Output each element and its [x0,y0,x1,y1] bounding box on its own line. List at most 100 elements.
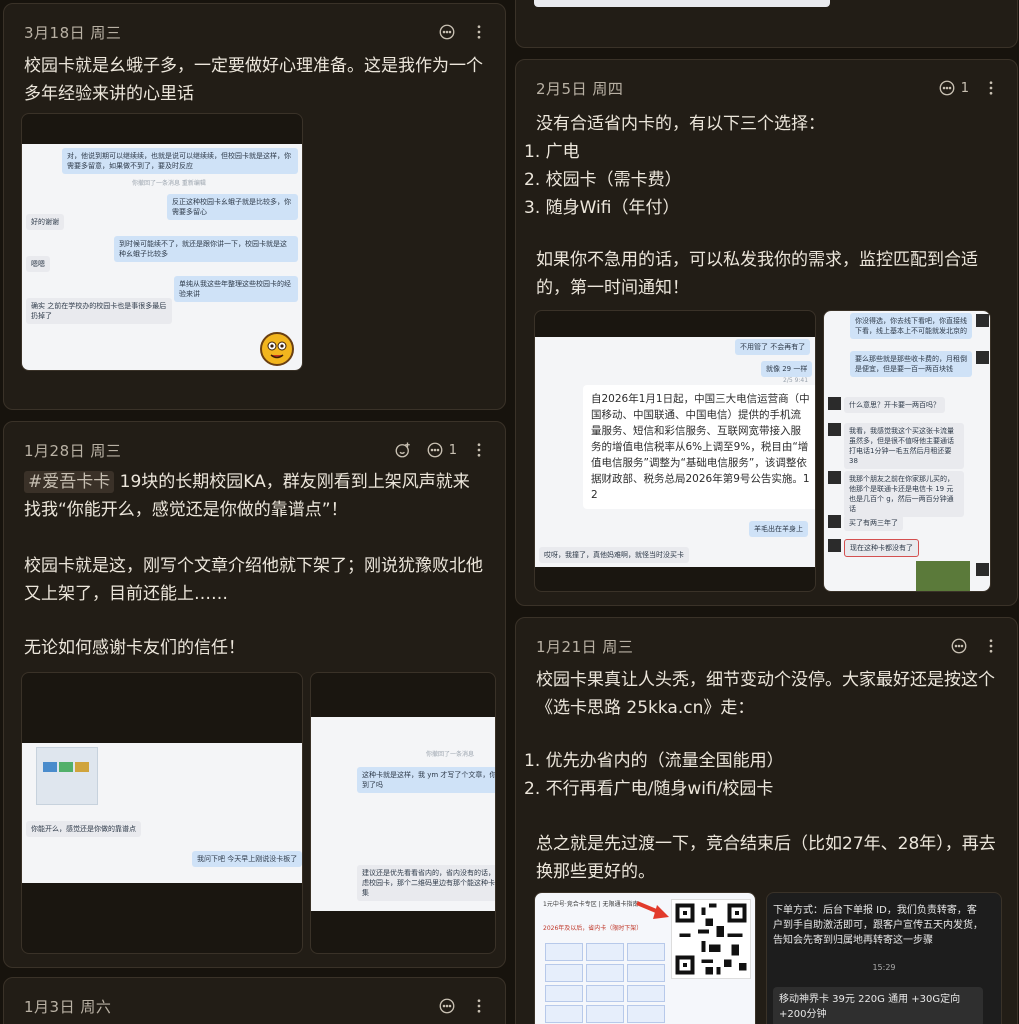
chat-bubble: 什么意思？开卡要一两百吗？ [844,397,945,413]
post-image[interactable]: 下单方式：后台下单报 ID，我们负责转寄，客户到手自助激活即可，跟客户宣传五天内… [766,892,1002,1024]
post-header: 1月28日 周三 1 [24,438,489,462]
chat-bubble: 哎呀，我撞了，真他妈难啊，就怪当时没买卡 [539,547,689,563]
recall-notice: 你撤回了一条消息 重新编辑 [132,180,206,187]
post-card-feb5: 2月5日 周四 1 没有合适省内卡的，有以下三个选择： 1. 广电 2. 校园卡… [515,59,1018,606]
chat-bubble: 你能开么，感觉还是你做的靠谱点 [26,821,141,837]
post-image [534,0,830,7]
post-date: 2月5日 周四 [536,79,624,98]
chat-bubble: 买了有两三年了 [844,515,903,531]
post-date: 1月28日 周三 [24,441,122,460]
post-image[interactable]: 对，他说到期可以继续续，也就是说可以继续续，但校园卡就是这样，你需要多留意，如果… [21,113,303,371]
chat-bubble: 下单方式：后台下单报 ID，我们负责转寄，客户到手自助激活即可，跟客户宣传五天内… [773,905,983,946]
avatar [828,423,841,436]
chat-bubble: 单纯从我这些年整理这些校园卡的经验来讲 [174,276,298,302]
chat-bubble: 移动神界卡 39元 220G 通用 +30G定向 +200分钟 [773,987,983,1024]
chat-bubble: 我那个朋友之前在你家那儿买的，他那个是联通卡还是电信卡 19 元也是几百个 g，… [844,471,964,517]
tax-notice: 自2026年1月1日起，中国三大电信运营商（中国移动、中国联通、中国电信）提供的… [583,385,815,509]
chat-bubble: 就像 29 一样 [761,361,813,377]
post-text: 校园卡果真让人头秃，细节变动个没停。大家最好还是按这个《选卡思路 25kka.c… [536,670,995,718]
more-vertical-icon[interactable] [469,22,489,42]
product-grid [545,943,665,1023]
more-vertical-icon[interactable] [469,996,489,1016]
list-item: 1. 广电 [524,142,580,162]
option-list: 1. 广电 2. 校园卡（需卡费） 3. 随身Wifi（年付） [524,138,997,222]
timestamp: 2/5 9:41 [783,377,809,384]
post-image[interactable]: 你撤回了一条消息 这种卡就是这样，我 ym 才写了个文章，你就看到了吗 建议还是… [310,672,496,954]
chat-bubble: 羊毛出在羊身上 [749,521,808,537]
post-card-mar18: 3月18日 周三 校园卡就是幺蛾子多，一定要做好心理准备。这是我作为一个多年经验… [3,3,506,410]
post-text: 无论如何感谢卡友们的信任！ [24,638,245,658]
avatar [828,539,841,552]
more-vertical-icon[interactable] [469,440,489,460]
list-item: 2. 不行再看广电/随身wifi/校园卡 [524,779,774,799]
chat-screenshot: 你能开么，感觉还是你做的靠谱点 我问下吧 今天早上刚说没卡板了 [22,743,302,883]
chat-screenshot: 你撤回了一条消息 这种卡就是这样，我 ym 才写了个文章，你就看到了吗 建议还是… [311,717,495,911]
topic-tag[interactable]: #爱吾卡卡 [24,471,115,493]
more-vertical-icon[interactable] [981,78,1001,98]
post-header: 2月5日 周四 1 [536,76,1001,100]
avatar [828,397,841,410]
qr-code[interactable] [671,899,751,979]
avatar [976,314,989,327]
chat-bubble: 要么那些就是那些收卡费的，月租倒是便宜，但是要一百一两百块钱 [850,351,972,377]
post-card-jan3: 1月3日 周六 [3,977,506,1024]
post-card-jan21: 1月21日 周三 校园卡果真让人头秃，细节变动个没停。大家最好还是按这个《选卡思… [515,617,1018,1024]
post-text: 总之就是先过渡一下，竞合结束后（比如27年、28年），再去换那些更好的。 [536,834,996,882]
chat-bubble: 不用管了 不会再有了 [735,339,811,355]
thumbnail [36,747,98,805]
post-header: 1月3日 周六 [24,994,489,1018]
post-text: 校园卡就是这，刚写个文章介绍他就下架了；刚说犹豫败北他又上架了，目前还能上…… [24,556,483,604]
chat-bubble: 到时候可能续不了，就还是跟你讲一下，校园卡就是这种幺蛾子比较多 [114,236,298,262]
chat-bubble: 对，他说到期可以继续续，也就是说可以继续续，但校园卡就是这样，你需要多留意，如果… [62,148,298,174]
post-card-previous [515,0,1018,48]
chat-bubble: 反正这种校园卡幺蛾子就是比较多，你需要多留心 [167,194,298,220]
chat-screenshot: 不用管了 不会再有了 就像 29 一样 2/5 9:41 自2026年1月1日起… [535,337,815,567]
chat-bubble: 确实 之前在学校办的校园卡也是事很多最后扔掉了 [26,298,172,324]
comment-count: 1 [960,80,969,96]
post-date: 1月3日 周六 [24,997,112,1016]
post-image[interactable]: 你能开么，感觉还是你做的靠谱点 我问下吧 今天早上刚说没卡板了 [21,672,303,954]
post-text: 没有合适省内卡的，有以下三个选择： [536,114,825,134]
recall-notice: 你撤回了一条消息 [426,751,475,758]
post-image[interactable]: 1元中号·竞合卡专区 | 无限通卡指南 2026年及以后，省内卡（限时下架） [534,892,756,1024]
avatar [828,515,841,528]
option-list: 1. 优先办省内的（流量全国能用） 2. 不行再看广电/随身wifi/校园卡 [524,747,997,803]
chat-bubble: 嗯嗯 [26,256,50,272]
post-date: 1月21日 周三 [536,637,634,656]
photo-thumbnail [916,561,970,591]
chat-bubble: 我问下吧 今天早上刚说没卡板了 [192,851,302,867]
post-header: 3月18日 周三 [24,20,489,44]
post-date: 3月18日 周三 [24,23,122,42]
comment-count: 1 [448,442,457,458]
list-item: 1. 优先办省内的（流量全国能用） [524,751,784,771]
avatar [976,563,989,576]
more-vertical-icon[interactable] [981,636,1001,656]
list-item: 3. 随身Wifi（年付） [524,198,680,218]
sticker-face-icon [260,332,294,366]
chat-bubble: 建议还是优先看看省内的，省内没有的话，再考虑校园卡，那个二维码里边有那个能这种卡… [357,865,495,901]
avatar [976,351,989,364]
emoji-add-icon[interactable] [393,440,413,460]
comment-icon[interactable] [937,78,957,98]
chat-bubble: 你没得选，你去线下看吧，你直接线下看，线上基本上不可能就发北京的 [850,313,972,339]
chat-screenshot: 对，他说到期可以继续续，也就是说可以继续续，但校园卡就是这样，你需要多留意，如果… [22,144,302,370]
comment-icon[interactable] [949,636,969,656]
post-card-jan28: 1月28日 周三 1 #爱吾卡卡 19块的长期校园KA，群友刚看到上架风声就来找… [3,421,506,968]
chat-bubble: 好的谢谢 [26,214,64,230]
red-arrow-icon [635,899,671,925]
list-item: 2. 校园卡（需卡费） [524,170,682,190]
post-image[interactable]: 不用管了 不会再有了 就像 29 一样 2/5 9:41 自2026年1月1日起… [534,310,816,592]
comment-icon[interactable] [437,22,457,42]
comment-icon[interactable] [425,440,445,460]
chat-bubble: 我看，我感觉我这个买这张卡流量虽然多，但是很不值呀他主要通话打电话1分钟一毛五然… [844,423,964,469]
post-text: #爱吾卡卡 19块的长期校园KA，群友刚看到上架风声就来找我“你能开么，感觉还是… [24,471,470,520]
post-text: 校园卡就是幺蛾子多，一定要做好心理准备。这是我作为一个多年经验来讲的心里话 [24,56,483,104]
comment-icon[interactable] [437,996,457,1016]
chat-bubble: 现在这种卡都没有了 [844,539,919,557]
post-header: 1月21日 周三 [536,634,1001,658]
avatar [828,471,841,484]
post-text: 如果你不急用的话，可以私发我你的需求，监控匹配到合适的，第一时间通知！ [536,250,978,298]
timestamp: 15:29 [872,963,896,972]
chat-bubble: 这种卡就是这样，我 ym 才写了个文章，你就看到了吗 [357,767,495,793]
post-image[interactable]: 你没得选，你去线下看吧，你直接线下看，线上基本上不可能就发北京的 要么那些就是那… [823,310,991,592]
